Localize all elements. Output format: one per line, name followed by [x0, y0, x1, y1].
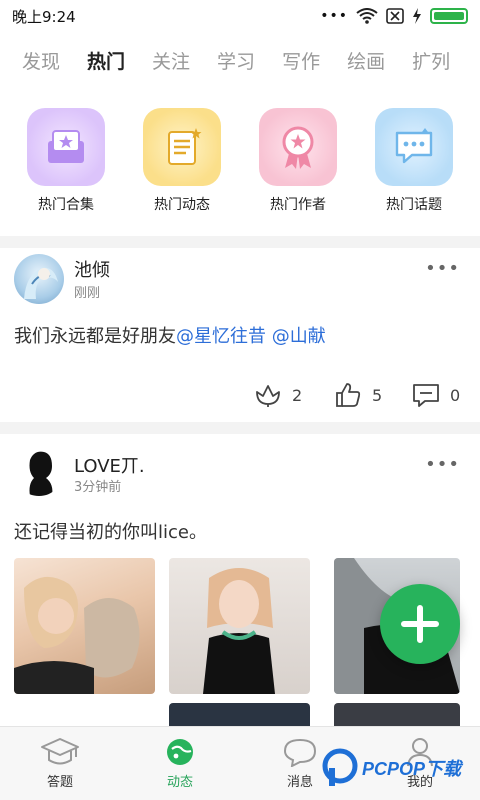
status-time: 晚上9:24	[12, 7, 76, 26]
plus-icon	[401, 605, 439, 643]
nav-answer[interactable]: 答题	[0, 727, 120, 800]
watermark: PCPOP下载	[322, 748, 461, 788]
flower-count: 2	[292, 385, 303, 405]
comment-button[interactable]: 0	[412, 382, 460, 408]
section-divider	[0, 422, 480, 434]
avatar[interactable]	[14, 254, 64, 304]
tab-discover[interactable]: 发现	[22, 47, 60, 74]
create-post-button[interactable]	[380, 584, 460, 664]
entry-label: 热门作者	[270, 197, 326, 213]
entry-hot-authors[interactable]: 热门作者	[248, 108, 348, 228]
post-time: 3分钟前	[74, 480, 122, 495]
nav-label: 动态	[166, 775, 193, 790]
post-actions: 2 5 0	[0, 376, 480, 416]
post-photo[interactable]	[169, 558, 310, 694]
status-bar: 晚上9:24 •••	[0, 0, 480, 32]
entry-hot-collection[interactable]: 热门合集	[16, 108, 116, 228]
thumbs-up-icon	[336, 383, 361, 407]
sim-off-icon	[386, 8, 404, 24]
tab-following[interactable]: 关注	[152, 47, 190, 74]
tab-hot[interactable]: 热门	[87, 47, 125, 74]
wifi-icon	[356, 8, 378, 24]
post-photo[interactable]	[14, 558, 155, 694]
post-time: 刚刚	[74, 286, 101, 301]
entry-hot-topics[interactable]: 热门话题	[364, 108, 464, 228]
tab-drawing[interactable]: 绘画	[347, 47, 385, 74]
chat-bubble-icon	[375, 108, 453, 186]
notepad-star-icon	[143, 108, 221, 186]
author-name[interactable]: LOVE丌.	[74, 452, 145, 478]
award-badge-icon	[259, 108, 337, 186]
mention-link[interactable]: @山献	[272, 326, 326, 347]
watermark-logo-icon	[322, 748, 358, 786]
section-divider	[0, 236, 480, 248]
category-tabs: 发现 热门 关注 学习 写作 绘画 扩列	[0, 40, 480, 80]
post-content: 还记得当初的你叫lice。	[14, 518, 207, 544]
tab-writing[interactable]: 写作	[282, 47, 320, 74]
tab-study[interactable]: 学习	[217, 47, 255, 74]
post-text: 我们永远都是好朋友	[14, 326, 176, 347]
entry-label: 热门合集	[38, 197, 94, 213]
battery-icon	[430, 8, 468, 24]
avatar[interactable]	[14, 446, 64, 496]
post-card[interactable]: 池倾 刚刚 ••• 我们永远都是好朋友@星忆往昔 @山献 2 5 0	[0, 248, 480, 422]
charging-icon	[413, 8, 421, 24]
entry-hot-moments[interactable]: 热门动态	[132, 108, 232, 228]
like-button[interactable]: 5	[334, 382, 382, 408]
flower-button[interactable]: 2	[254, 382, 302, 408]
nav-label: 答题	[46, 775, 73, 790]
post-text: 还记得当初的你叫lice。	[14, 522, 207, 543]
status-dots: •••	[320, 8, 348, 24]
author-name[interactable]: 池倾	[74, 256, 110, 282]
more-options-icon[interactable]: •••	[425, 258, 460, 279]
hot-quick-entries: 热门合集 热门动态 热门作者 热门话题	[0, 108, 480, 228]
watermark-text: PCPOP下载	[362, 759, 462, 779]
entry-label: 热门动态	[154, 197, 210, 213]
nav-moments[interactable]: 动态	[120, 727, 240, 800]
graduation-cap-icon	[41, 738, 79, 765]
planet-icon	[167, 739, 193, 765]
like-count: 5	[372, 385, 383, 405]
comment-icon	[413, 384, 439, 407]
nav-label: 消息	[286, 775, 313, 790]
message-icon	[283, 738, 317, 767]
tab-make-friends[interactable]: 扩列	[412, 47, 450, 74]
more-options-icon[interactable]: •••	[425, 454, 460, 475]
entry-label: 热门话题	[386, 197, 442, 213]
collection-icon	[27, 108, 105, 186]
mention-link[interactable]: @星忆往昔	[176, 326, 266, 347]
comment-count: 0	[450, 385, 461, 405]
post-content: 我们永远都是好朋友@星忆往昔 @山献	[14, 322, 326, 348]
flower-icon	[256, 385, 280, 407]
status-icons: •••	[320, 8, 468, 24]
